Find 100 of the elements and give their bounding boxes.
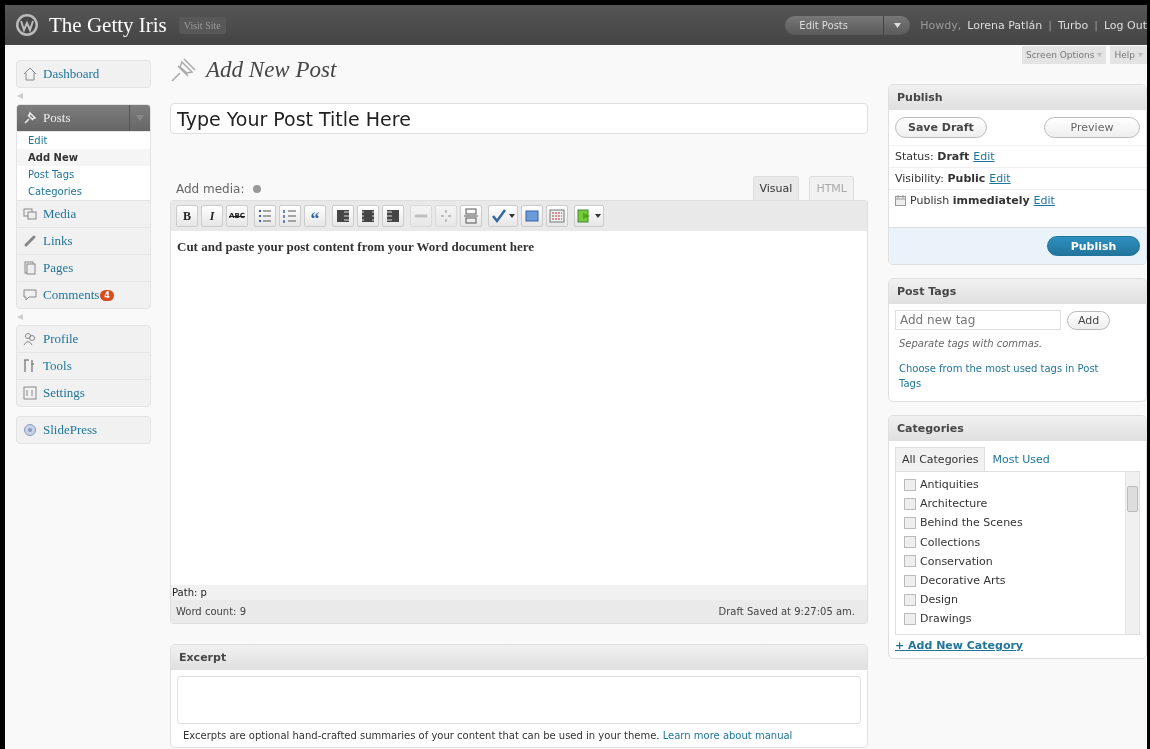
publish-setting-text: Publish immediately — [910, 194, 1030, 207]
caret-icon — [595, 214, 601, 218]
publish-button[interactable]: Publish — [1047, 236, 1140, 256]
add-media-label: Add media: — [176, 182, 245, 198]
pushpin-icon — [170, 57, 198, 83]
paste-button[interactable] — [574, 205, 604, 227]
page-title: Add New Post — [206, 57, 337, 83]
bold-button[interactable]: B — [176, 205, 198, 227]
title-field[interactable]: Type Your Post Title Here — [170, 103, 868, 134]
house-icon — [23, 67, 37, 81]
checkbox[interactable] — [904, 574, 916, 587]
caret-icon — [1097, 53, 1103, 57]
checkbox[interactable] — [904, 516, 916, 529]
menu-item[interactable]: Profile — [17, 326, 150, 353]
category-label: Behind the Scenes — [920, 516, 1023, 530]
speech-bubble-icon — [23, 288, 37, 302]
user-link[interactable]: Lorena Patlán — [967, 18, 1043, 32]
tag-field[interactable]: Add new tag — [895, 310, 1061, 330]
fullscreen-button[interactable] — [521, 205, 543, 227]
checkbox[interactable] — [904, 555, 916, 568]
add-button[interactable]: Add — [1067, 310, 1111, 330]
spell-icon — [491, 208, 507, 224]
screen-tab[interactable]: Help — [1110, 46, 1147, 64]
category-label: Collections — [920, 535, 981, 549]
most-used-tags-link[interactable]: Choose from the most used tags in Post Tags — [895, 361, 1140, 395]
preview-button[interactable]: Preview — [1044, 117, 1140, 138]
hint-text: Separate tags with commas. — [899, 338, 1044, 349]
align-center-icon — [360, 208, 376, 224]
screen-tab[interactable]: Screen Options — [1021, 46, 1107, 64]
spell-button[interactable] — [488, 205, 518, 227]
media-icon[interactable] — [252, 184, 263, 194]
content-text: Cut and paste your post content from your Word document here — [177, 239, 535, 255]
menu-item[interactable]: Settings — [17, 380, 150, 406]
favorite-actions-dropdown[interactable]: Edit Posts — [785, 15, 911, 35]
header-link[interactable]: Log Out — [1103, 18, 1147, 32]
menu-item[interactable]: Media — [17, 201, 150, 228]
scrollbar[interactable] — [1125, 472, 1139, 634]
numbers-button[interactable] — [279, 205, 301, 227]
word-count-text: Word count: 9 — [176, 606, 246, 617]
menu-item[interactable]: Dashboard — [17, 61, 150, 87]
caret-icon — [509, 214, 515, 218]
panel-title: Categories — [889, 416, 1146, 441]
align-right-button[interactable] — [382, 205, 404, 227]
checkbox[interactable] — [904, 612, 916, 625]
checkbox[interactable] — [904, 536, 916, 549]
submenu-item[interactable]: Post Tags — [17, 166, 150, 183]
quote-button[interactable]: “ — [304, 205, 326, 227]
category-label: Design — [920, 593, 958, 607]
menu-item[interactable]: Posts — [17, 105, 150, 132]
align-left-icon — [335, 208, 351, 224]
more-icon — [463, 208, 479, 224]
editor-tab[interactable]: Visual — [752, 176, 800, 200]
logo-icon — [15, 13, 39, 37]
menu-item[interactable]: Pages — [17, 255, 150, 282]
menu-item[interactable]: Links — [17, 228, 150, 255]
category-tab[interactable]: Most Used — [985, 447, 1057, 471]
submenu-item[interactable]: Edit — [17, 132, 150, 149]
panel-title: Publish — [889, 85, 1146, 110]
bullets-icon — [257, 208, 273, 224]
collapse-arrow-icon[interactable] — [17, 314, 23, 320]
align-right-icon — [385, 208, 401, 224]
submenu-item[interactable]: Categories — [17, 183, 150, 200]
menu-item[interactable]: SlidePress — [17, 417, 150, 443]
checkbox[interactable] — [904, 497, 916, 510]
panel-title: Excerpt — [171, 645, 867, 670]
count-badge: 4 — [100, 289, 114, 301]
category-label: Decorative Arts — [920, 574, 1006, 588]
menu-item[interactable]: Comments 4 — [17, 282, 150, 308]
category-label: Conservation — [920, 554, 993, 568]
edit-link[interactable]: Edit — [973, 150, 995, 163]
caret-icon[interactable] — [136, 115, 144, 121]
more-button[interactable] — [460, 205, 482, 227]
publish-setting-text: Visibility: Public — [895, 172, 986, 185]
learn-more-link[interactable]: Learn more about manual — [662, 730, 793, 741]
collapse-arrow-icon[interactable] — [17, 93, 23, 99]
checkbox[interactable] — [904, 478, 916, 491]
menu-item[interactable]: Tools — [17, 353, 150, 380]
excerpt-help-text: Excerpts are optional hand-crafted summaries of your content that can be used in your theme. — [183, 730, 660, 741]
edit-link[interactable]: Edit — [989, 172, 1011, 185]
kitchen-button[interactable] — [546, 205, 568, 227]
submenu-item[interactable]: Add New — [17, 149, 150, 166]
align-center-button[interactable] — [357, 205, 379, 227]
save-draft-button[interactable]: Save Draft — [895, 117, 987, 138]
separator-text: | — [1094, 18, 1098, 32]
category-label: Antiquities — [920, 478, 979, 492]
bullets-button[interactable] — [254, 205, 276, 227]
calendar-icon — [895, 195, 906, 206]
edit-link[interactable]: Edit — [1033, 194, 1055, 207]
caret-icon — [893, 22, 901, 28]
category-label: Drawings — [920, 612, 972, 626]
category-tab[interactable]: All Categories — [895, 447, 986, 471]
add-category-link[interactable]: + Add New Category — [895, 639, 1024, 652]
header-link[interactable]: Turbo — [1057, 18, 1089, 32]
caret-icon — [1138, 53, 1143, 57]
italic-button[interactable]: I — [201, 205, 223, 227]
separator-text: | — [1048, 18, 1052, 32]
content-area[interactable]: Cut and paste your post content from your Word document here — [171, 231, 867, 585]
checkbox[interactable] — [904, 593, 916, 606]
align-left-button[interactable] — [332, 205, 354, 227]
excerpt-field[interactable] — [177, 676, 861, 724]
